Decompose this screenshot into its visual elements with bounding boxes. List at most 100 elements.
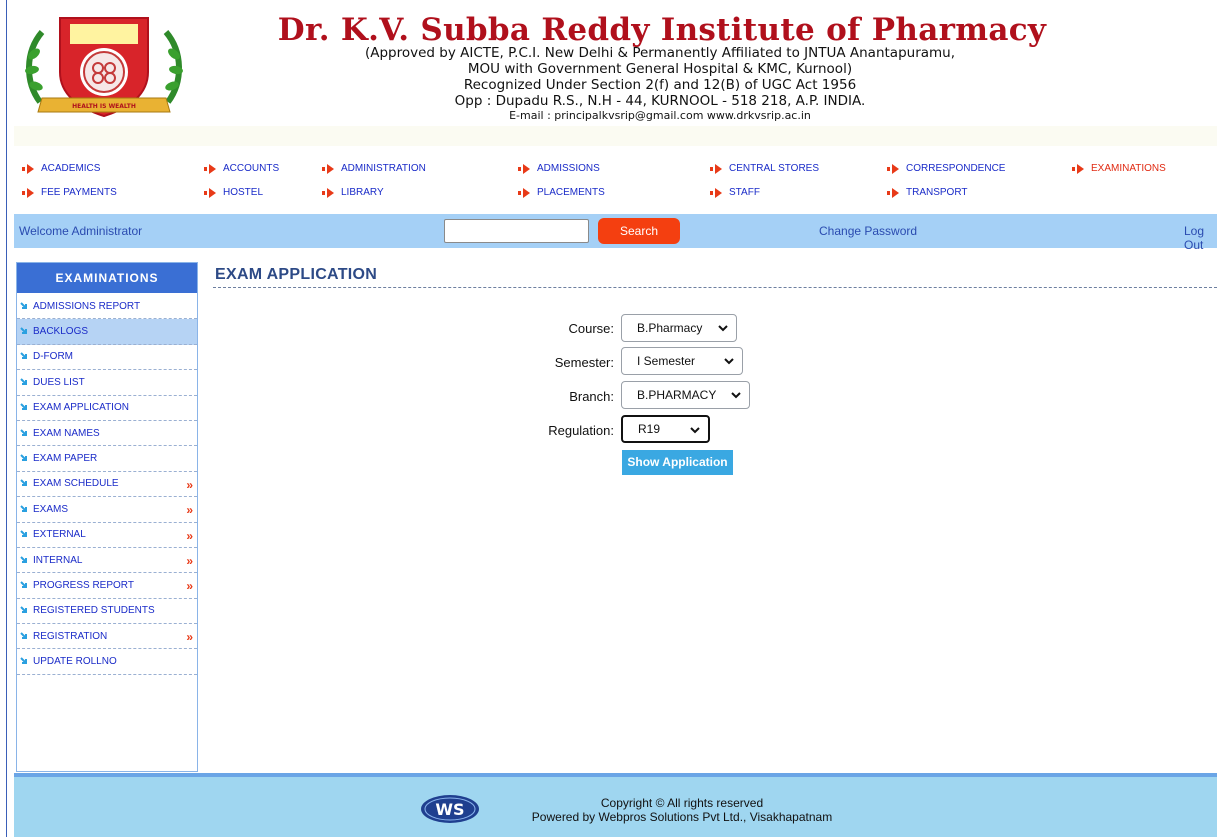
menu-label: FEE PAYMENTS	[41, 187, 117, 198]
page: HEALTH IS WEALTH Dr. K.V. Subba Reddy In…	[0, 0, 1217, 837]
sidebar-item-exam-paper[interactable]: EXAM PAPER	[17, 446, 197, 472]
arrow-down-right-icon	[20, 632, 27, 639]
menu-administration[interactable]: ADMINISTRATION	[322, 163, 426, 174]
sidebar-item-backlogs[interactable]: BACKLOGS	[17, 319, 197, 345]
page-left-border	[6, 0, 7, 837]
chevron-down-icon	[690, 427, 700, 434]
sidebar-item-d-form[interactable]: D-FORM	[17, 345, 197, 371]
course-label: Course:	[568, 321, 614, 336]
sidebar-item-exam-application[interactable]: EXAM APPLICATION	[17, 396, 197, 421]
show-application-button[interactable]: Show Application	[622, 450, 733, 475]
menu-central-stores[interactable]: CENTRAL STORES	[710, 163, 819, 174]
arrow-icon	[710, 163, 722, 174]
sidebar-item-label: UPDATE ROLLNO	[33, 656, 117, 668]
sidebar-item-exam-names[interactable]: EXAM NAMES	[17, 421, 197, 447]
arrow-down-right-icon	[20, 505, 27, 512]
semester-label: Semester:	[554, 355, 614, 370]
welcome-bar: Welcome Administrator Search Change Pass…	[14, 214, 1217, 252]
menu-label: CORRESPONDENCE	[906, 163, 1006, 174]
arrow-down-right-icon	[20, 606, 27, 614]
sidebar-item-progress-report[interactable]: PROGRESS REPORT »	[17, 573, 197, 599]
regulation-label: Regulation:	[548, 423, 614, 438]
branch-value: B.PHARMACY	[637, 388, 717, 402]
powered-by-text: Powered by Webpros Solutions Pvt Ltd., V…	[531, 810, 833, 824]
submenu-indicator-icon: »	[186, 553, 193, 568]
menu-label: TRANSPORT	[906, 187, 968, 198]
arrow-icon	[22, 187, 34, 198]
logo-motto: HEALTH IS WEALTH	[72, 103, 136, 110]
welcome-text: Welcome Administrator	[19, 224, 143, 238]
menu-correspondence[interactable]: CORRESPONDENCE	[887, 163, 1005, 174]
menu-label: CENTRAL STORES	[729, 163, 820, 174]
arrow-icon	[518, 187, 530, 198]
page-title: EXAM APPLICATION	[215, 266, 378, 283]
arrow-icon	[322, 163, 334, 174]
arrow-icon	[1072, 163, 1084, 174]
menu-accounts[interactable]: ACCOUNTS	[204, 163, 279, 174]
menu-label: STAFF	[729, 187, 760, 198]
arrow-icon	[887, 187, 899, 198]
sidebar-item-dues-list[interactable]: DUES LIST	[17, 370, 197, 396]
arrow-down-right-icon	[20, 378, 27, 385]
menu-academics[interactable]: ACADEMICS	[22, 163, 100, 174]
arrow-down-right-icon	[20, 657, 27, 665]
search-input[interactable]	[444, 219, 589, 243]
course-select[interactable]: B.Pharmacy	[621, 314, 737, 342]
menu-library[interactable]: LIBRARY	[322, 187, 384, 198]
sidebar-item-admissions-report[interactable]: ADMISSIONS REPORT	[17, 294, 197, 320]
header-line-3: Recognized Under Section 2(f) and 12(B) …	[463, 77, 857, 93]
arrow-icon	[204, 187, 216, 198]
chevron-down-icon	[724, 358, 734, 365]
branch-select[interactable]: B.PHARMACY	[621, 381, 750, 409]
search-button[interactable]: Search	[598, 218, 680, 244]
arrow-down-right-icon	[20, 555, 27, 563]
arrow-down-right-icon	[20, 327, 27, 335]
arrow-down-right-icon	[20, 301, 27, 309]
menu-hostel[interactable]: HOSTEL	[204, 187, 263, 198]
menu-admissions[interactable]: ADMISSIONS	[518, 163, 600, 174]
arrow-icon	[710, 187, 722, 198]
webpros-logo-icon: WS	[421, 795, 479, 823]
change-password-link[interactable]: Change Password	[819, 224, 917, 238]
branch-label: Branch:	[569, 389, 614, 404]
menu-transport[interactable]: TRANSPORT	[887, 187, 968, 198]
sidebar-item-internal[interactable]: INTERNAL »	[17, 548, 197, 574]
sidebar-item-label: REGISTRATION	[33, 630, 108, 642]
title-divider	[213, 287, 1217, 288]
header-line-1: (Approved by AICTE, P.C.I. New Delhi & P…	[364, 45, 956, 61]
submenu-indicator-icon: »	[186, 477, 193, 492]
menu-fee-payments[interactable]: FEE PAYMENTS	[22, 187, 117, 198]
header-contact: E-mail : principalkvsrip@gmail.com www.d…	[509, 109, 811, 122]
sidebar-item-label: BACKLOGS	[33, 326, 89, 338]
submenu-indicator-icon: »	[186, 630, 193, 645]
sidebar-item-label: EXAM APPLICATION	[33, 402, 129, 414]
sidebar-item-registration[interactable]: REGISTRATION »	[17, 624, 197, 650]
top-menu: ACADEMICS ACCOUNTS ADMINISTRATION ADMISS…	[14, 156, 1217, 206]
arrow-down-right-icon	[20, 530, 27, 538]
sidebar-item-exam-schedule[interactable]: EXAM SCHEDULE »	[17, 472, 197, 498]
sidebar-item-update-rollno[interactable]: UPDATE ROLLNO	[17, 649, 197, 675]
regulation-value: R19	[638, 422, 661, 436]
menu-staff[interactable]: STAFF	[710, 187, 760, 198]
arrow-down-right-icon	[20, 581, 27, 588]
menu-placements[interactable]: PLACEMENTS	[518, 187, 605, 198]
regulation-select[interactable]: R19	[621, 415, 710, 443]
sidebar-item-label: ADMISSIONS REPORT	[33, 300, 141, 312]
sidebar-item-registered-students[interactable]: REGISTERED STUDENTS	[17, 599, 197, 625]
semester-select[interactable]: I Semester	[621, 347, 743, 375]
sidebar-item-exams[interactable]: EXAMS »	[17, 497, 197, 523]
arrow-down-right-icon	[20, 428, 27, 436]
sidebar-item-external[interactable]: EXTERNAL »	[17, 523, 197, 548]
sidebar-item-label: DUES LIST	[33, 376, 85, 388]
menu-examinations[interactable]: EXAMINATIONS	[1072, 163, 1166, 174]
chevron-down-icon	[731, 392, 741, 399]
arrow-down-right-icon	[20, 479, 27, 487]
menu-label: ACCOUNTS	[223, 163, 280, 174]
logout-link[interactable]: Log Out	[1184, 224, 1217, 252]
webpros-logo-text: WS	[435, 800, 464, 819]
sidebar: EXAMINATIONS ADMISSIONS REPORT BACKLOGS …	[16, 262, 198, 772]
menu-label: ADMINISTRATION	[341, 163, 426, 174]
sidebar-title: EXAMINATIONS	[17, 263, 197, 293]
arrow-icon	[204, 163, 216, 174]
menu-label: ACADEMICS	[41, 163, 101, 174]
